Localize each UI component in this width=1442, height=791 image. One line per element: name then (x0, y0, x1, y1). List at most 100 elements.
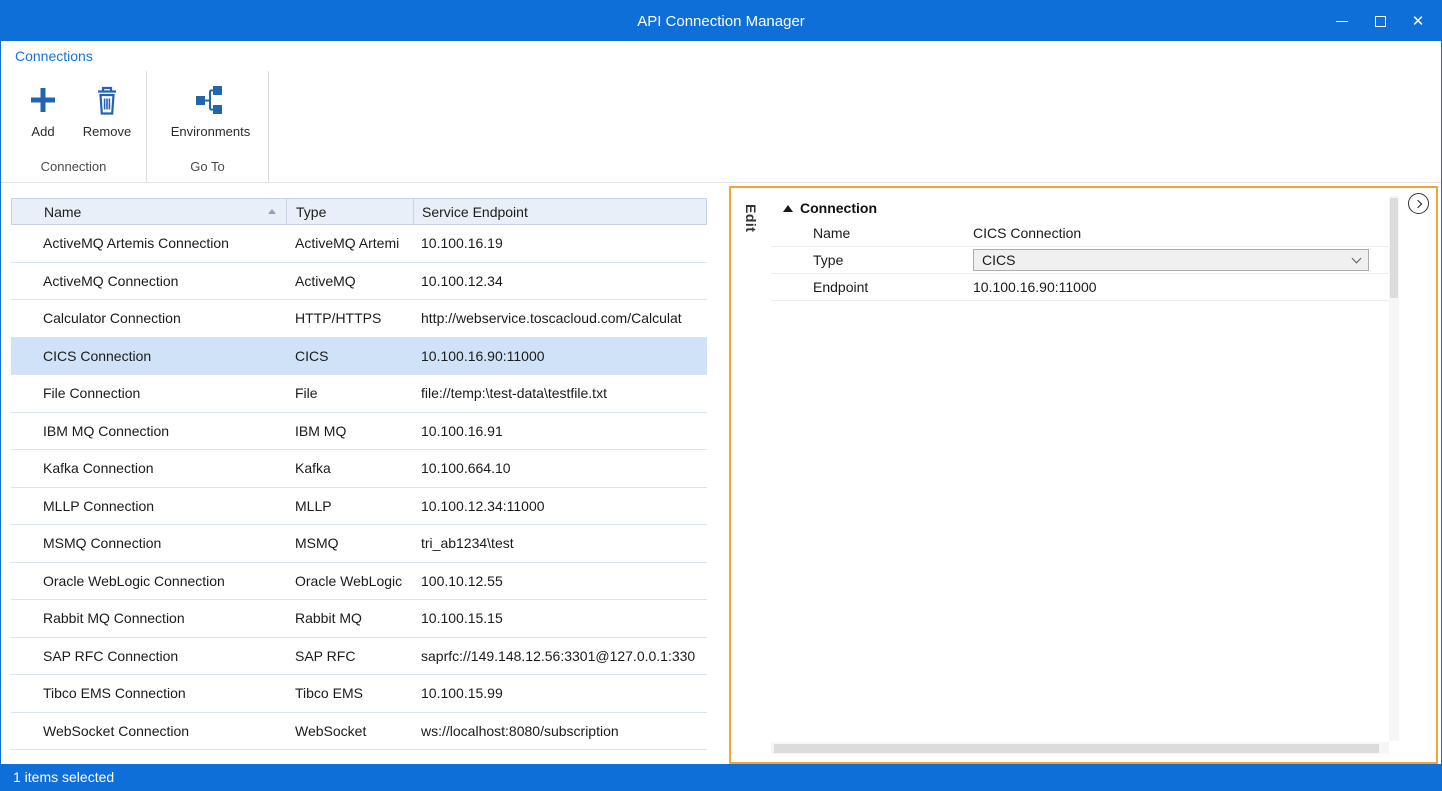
table-row[interactable]: ActiveMQ ConnectionActiveMQ10.100.12.34 (11, 263, 707, 301)
cell-endpoint: ws://localhost:8080/subscription (413, 723, 707, 739)
column-header-name[interactable]: Name (12, 199, 287, 224)
cell-type: File (286, 385, 413, 401)
group-label-connection: Connection (1, 156, 146, 182)
column-header-type-label: Type (296, 204, 326, 220)
type-field-value-wrap: CICS (971, 249, 1389, 271)
property-fields: Name CICS Connection Type CICS (771, 220, 1389, 301)
cell-name: WebSocket Connection (11, 723, 286, 739)
chevron-right-icon (1413, 199, 1421, 207)
table-row[interactable]: CICS ConnectionCICS10.100.16.90:11000 (11, 338, 707, 376)
table-row[interactable]: File ConnectionFilefile://temp:\test-dat… (11, 375, 707, 413)
sort-ascending-icon (268, 209, 276, 214)
vertical-scrollbar-thumb[interactable] (1390, 198, 1398, 298)
table-row[interactable]: Calculator ConnectionHTTP/HTTPShttp://we… (11, 300, 707, 338)
cell-type: Tibco EMS (286, 685, 413, 701)
horizontal-scrollbar-thumb[interactable] (774, 744, 1379, 753)
cell-type: Kafka (286, 460, 413, 476)
cell-type: MSMQ (286, 535, 413, 551)
cell-type: MLLP (286, 498, 413, 514)
vertical-scrollbar[interactable] (1389, 196, 1399, 741)
cell-name: Tibco EMS Connection (11, 685, 286, 701)
connections-grid: Name Type Service Endpoint ActiveMQ Arte… (11, 198, 707, 750)
cell-name: File Connection (11, 385, 286, 401)
name-field-label: Name (771, 225, 971, 241)
environments-diagram-icon (194, 81, 228, 119)
field-row-endpoint: Endpoint 10.100.16.90:11000 (771, 274, 1389, 301)
remove-button[interactable]: Remove (75, 77, 139, 139)
table-row[interactable]: IBM MQ ConnectionIBM MQ10.100.16.91 (11, 413, 707, 451)
cell-name: Rabbit MQ Connection (11, 610, 286, 626)
cell-name: ActiveMQ Connection (11, 273, 286, 289)
cell-name: ActiveMQ Artemis Connection (11, 235, 286, 251)
edit-panel-tab-label: Edit (743, 204, 759, 762)
cell-name: Kafka Connection (11, 460, 286, 476)
edit-panel-content: Connection Name CICS Connection Type CIC… (771, 196, 1399, 754)
column-header-type[interactable]: Type (287, 199, 414, 224)
table-row[interactable]: Rabbit MQ ConnectionRabbit MQ10.100.15.1… (11, 600, 707, 638)
maximize-button[interactable] (1361, 1, 1399, 41)
type-dropdown[interactable]: CICS (973, 249, 1369, 271)
cell-type: WebSocket (286, 723, 413, 739)
environments-button-label: Environments (171, 124, 250, 139)
cell-type: HTTP/HTTPS (286, 310, 413, 326)
column-header-endpoint[interactable]: Service Endpoint (414, 199, 706, 224)
minimize-icon (1336, 21, 1348, 22)
cell-name: MSMQ Connection (11, 535, 286, 551)
endpoint-field-value[interactable]: 10.100.16.90:11000 (971, 279, 1389, 295)
cell-endpoint: 10.100.16.91 (413, 423, 707, 439)
cell-name: Calculator Connection (11, 310, 286, 326)
table-row[interactable]: Kafka ConnectionKafka10.100.664.10 (11, 450, 707, 488)
cell-name: Oracle WebLogic Connection (11, 573, 286, 589)
cell-endpoint: file://temp:\test-data\testfile.txt (413, 385, 707, 401)
edit-panel-tab[interactable]: Edit (731, 188, 771, 762)
minimize-button[interactable] (1323, 1, 1361, 41)
panel-collapse-button[interactable] (1408, 193, 1429, 214)
group-label-goto: Go To (147, 156, 268, 182)
title-bar: API Connection Manager ✕ (1, 1, 1441, 41)
status-text: 1 items selected (13, 769, 114, 785)
cell-type: Oracle WebLogic (286, 573, 413, 589)
close-icon: ✕ (1412, 14, 1425, 29)
ribbon-toolbar: Add Remove Connection (1, 71, 1441, 183)
grid-header: Name Type Service Endpoint (11, 198, 707, 225)
cell-endpoint: saprfc://149.148.12.56:3301@127.0.0.1:33… (413, 648, 707, 664)
table-row[interactable]: Oracle WebLogic ConnectionOracle WebLogi… (11, 563, 707, 601)
collapse-triangle-icon (783, 205, 793, 212)
trash-icon (92, 81, 122, 119)
toolbar-group-goto: Environments Go To (147, 71, 269, 182)
table-row[interactable]: Tibco EMS ConnectionTibco EMS10.100.15.9… (11, 675, 707, 713)
table-row[interactable]: SAP RFC ConnectionSAP RFCsaprfc://149.14… (11, 638, 707, 676)
cell-endpoint: 10.100.16.90:11000 (413, 348, 707, 364)
table-row[interactable]: MSMQ ConnectionMSMQtri_ab1234\test (11, 525, 707, 563)
remove-button-label: Remove (83, 124, 131, 139)
add-plus-icon (28, 81, 58, 119)
connection-group-label: Connection (800, 200, 877, 216)
cell-type: Rabbit MQ (286, 610, 413, 626)
table-row[interactable]: ActiveMQ Artemis ConnectionActiveMQ Arte… (11, 225, 707, 263)
chevron-down-icon (1352, 253, 1362, 263)
cell-endpoint: 10.100.16.19 (413, 235, 707, 251)
endpoint-field-label: Endpoint (771, 279, 971, 295)
horizontal-scrollbar[interactable] (771, 742, 1389, 754)
main-area: Name Type Service Endpoint ActiveMQ Arte… (1, 183, 1441, 764)
cell-endpoint: 100.10.12.55 (413, 573, 707, 589)
field-row-type: Type CICS (771, 247, 1389, 274)
app-window: API Connection Manager ✕ Connections Add (0, 0, 1442, 791)
type-field-label: Type (771, 252, 971, 268)
ribbon-tab-row: Connections (1, 41, 1441, 71)
add-button[interactable]: Add (11, 77, 75, 139)
type-dropdown-value: CICS (982, 252, 1353, 268)
environments-button[interactable]: Environments (161, 77, 261, 139)
column-header-name-label: Name (44, 204, 81, 220)
cell-name: IBM MQ Connection (11, 423, 286, 439)
name-field-value[interactable]: CICS Connection (971, 225, 1389, 241)
window-controls: ✕ (1323, 1, 1437, 41)
table-row[interactable]: WebSocket ConnectionWebSocketws://localh… (11, 713, 707, 751)
close-button[interactable]: ✕ (1399, 1, 1437, 41)
cell-endpoint: 10.100.12.34 (413, 273, 707, 289)
table-row[interactable]: MLLP ConnectionMLLP10.100.12.34:11000 (11, 488, 707, 526)
edit-panel: Edit Connection Name CICS Connection Typ… (729, 186, 1438, 764)
tab-connections[interactable]: Connections (15, 48, 93, 64)
status-bar: 1 items selected (1, 764, 1441, 790)
connection-group-header[interactable]: Connection (771, 196, 1399, 220)
